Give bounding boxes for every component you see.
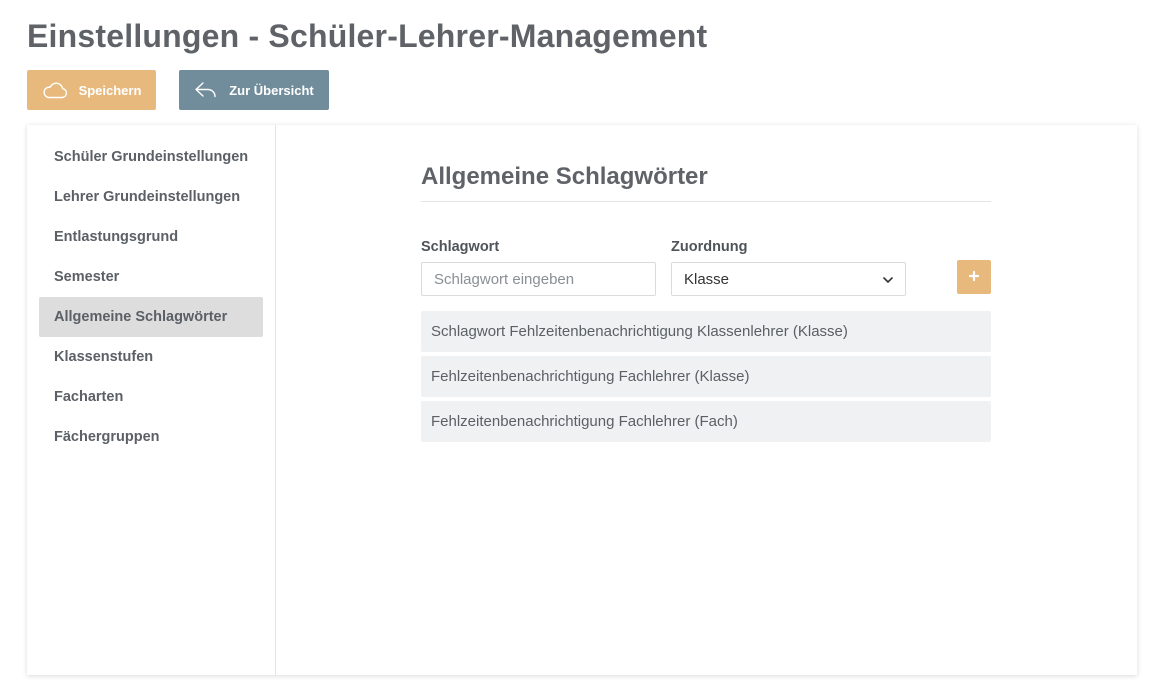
- back-to-overview-button[interactable]: Zur Übersicht: [179, 70, 329, 110]
- keyword-list-item[interactable]: Fehlzeitenbenachrichtigung Fachlehrer (K…: [421, 356, 991, 397]
- assignment-select[interactable]: Klasse: [671, 262, 906, 296]
- assignment-select-value: Klasse: [684, 270, 730, 288]
- reply-arrow-icon: [194, 81, 218, 99]
- chevron-down-icon: [883, 271, 893, 288]
- sidebar-item-facharten[interactable]: Facharten: [39, 377, 263, 417]
- keyword-list-item[interactable]: Fehlzeitenbenachrichtigung Fachlehrer (F…: [421, 401, 991, 442]
- back-button-label: Zur Übersicht: [229, 82, 314, 98]
- settings-panel: Schüler Grundeinstellungen Lehrer Grunde…: [27, 125, 1137, 675]
- sidebar-item-klassenstufen[interactable]: Klassenstufen: [39, 337, 263, 377]
- keyword-input[interactable]: [421, 262, 656, 296]
- add-keyword-button[interactable]: [957, 260, 991, 294]
- save-button[interactable]: Speichern: [27, 70, 156, 110]
- section-divider: [421, 201, 991, 202]
- settings-sidebar: Schüler Grundeinstellungen Lehrer Grunde…: [27, 125, 276, 675]
- sidebar-item-lehrer-grundeinstellungen[interactable]: Lehrer Grundeinstellungen: [39, 177, 263, 217]
- save-button-label: Speichern: [78, 82, 142, 98]
- cloud-icon: [42, 81, 68, 99]
- sidebar-item-entlastungsgrund[interactable]: Entlastungsgrund: [39, 217, 263, 257]
- page-title: Einstellungen - Schüler-Lehrer-Managemen…: [27, 18, 708, 54]
- assignment-label: Zuordnung: [671, 239, 748, 255]
- keyword-list-item[interactable]: Schlagwort Fehlzeitenbenachrichtigung Kl…: [421, 311, 991, 352]
- sidebar-item-semester[interactable]: Semester: [39, 257, 263, 297]
- sidebar-item-faechergruppen[interactable]: Fächergruppen: [39, 417, 263, 457]
- plus-icon: [968, 268, 980, 286]
- sidebar-item-schueler-grundeinstellungen[interactable]: Schüler Grundeinstellungen: [39, 137, 263, 177]
- section-title: Allgemeine Schlagwörter: [421, 163, 708, 190]
- sidebar-item-allgemeine-schlagwoerter[interactable]: Allgemeine Schlagwörter: [39, 297, 263, 337]
- keyword-label: Schlagwort: [421, 239, 500, 255]
